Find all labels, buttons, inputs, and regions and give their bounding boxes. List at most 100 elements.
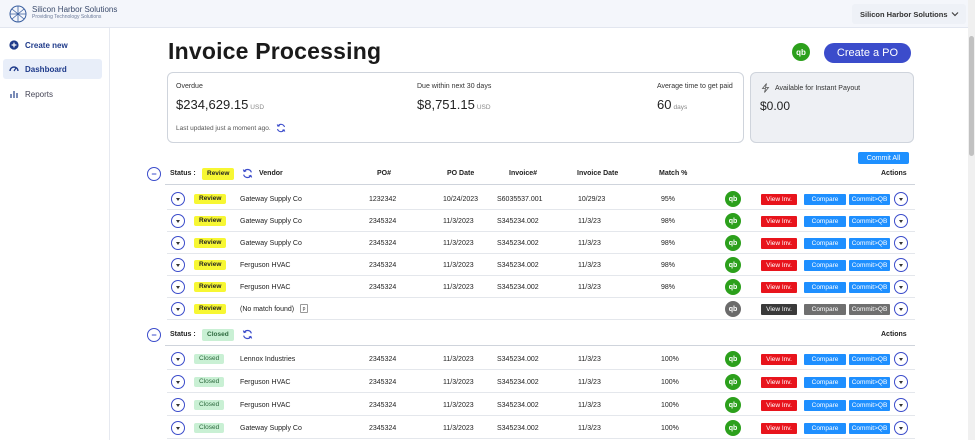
row-menu-button[interactable] [894, 302, 908, 316]
row-expand-button[interactable] [171, 302, 185, 316]
sidebar-item-reports[interactable]: Reports [3, 84, 102, 104]
commit-to-qb-button[interactable]: Commit>QB [849, 423, 890, 434]
compare-button[interactable]: Compare [804, 238, 846, 249]
po-date-column-header[interactable]: PO Date [447, 170, 474, 177]
compare-button[interactable]: Compare [804, 423, 846, 434]
row-expand-button[interactable] [171, 398, 185, 412]
quickbooks-icon[interactable]: qb [725, 191, 741, 207]
quickbooks-icon[interactable]: qb [725, 301, 741, 317]
table-row[interactable]: Closed Ferguson HVAC 2345324 11/3/2023 S3452… [167, 371, 915, 393]
compare-button[interactable]: Compare [804, 354, 846, 365]
row-menu-button[interactable] [894, 352, 908, 366]
view-invoice-button[interactable]: View Inv. [761, 400, 797, 411]
sidebar-item-create-new[interactable]: Create new [3, 35, 102, 55]
compare-button[interactable]: Compare [804, 282, 846, 293]
table-row[interactable]: Review Ferguson HVAC 2345324 11/3/2023 S3452… [167, 276, 915, 298]
vendor-cell: Gateway Supply Co [240, 240, 302, 247]
row-menu-button[interactable] [894, 214, 908, 228]
compare-button[interactable]: Compare [804, 377, 846, 388]
refresh-icon[interactable] [276, 123, 286, 133]
row-menu-button[interactable] [894, 236, 908, 250]
quickbooks-icon[interactable]: qb [725, 235, 741, 251]
scroll-thumb[interactable] [969, 36, 974, 156]
row-expand-button[interactable] [171, 214, 185, 228]
view-invoice-button[interactable]: View Inv. [761, 377, 797, 388]
quickbooks-icon[interactable]: qb [725, 420, 741, 436]
row-menu-button[interactable] [894, 421, 908, 435]
row-menu-button[interactable] [894, 398, 908, 412]
compare-button[interactable]: Compare [804, 304, 846, 315]
view-invoice-button[interactable]: View Inv. [761, 238, 797, 249]
commit-to-qb-button[interactable]: Commit>QB [849, 304, 890, 315]
vendor-search-icon[interactable]: p [300, 304, 308, 313]
row-menu-button[interactable] [894, 258, 908, 272]
collapse-review-button[interactable]: − [147, 167, 161, 181]
sync-icon[interactable] [242, 329, 253, 340]
closed-status-filter[interactable]: Closed [202, 329, 234, 341]
view-invoice-button[interactable]: View Inv. [761, 260, 797, 271]
row-menu-button[interactable] [894, 280, 908, 294]
view-invoice-button[interactable]: View Inv. [761, 282, 797, 293]
row-menu-button[interactable] [894, 375, 908, 389]
commit-to-qb-button[interactable]: Commit>QB [849, 194, 890, 205]
row-expand-button[interactable] [171, 258, 185, 272]
row-menu-button[interactable] [894, 192, 908, 206]
table-row[interactable]: Closed Lennox Industries 2345324 11/3/2023 S… [167, 348, 915, 370]
invoice-column-header[interactable]: Invoice# [509, 170, 537, 177]
company-logo[interactable]: Silicon Harbor Solutions Providing Techn… [4, 2, 146, 28]
table-row[interactable]: Closed Gateway Supply Co 2345324 11/3/2023 S… [167, 417, 915, 439]
po-column-header[interactable]: PO# [377, 170, 391, 177]
commit-to-qb-button[interactable]: Commit>QB [849, 238, 890, 249]
row-expand-button[interactable] [171, 375, 185, 389]
quickbooks-icon[interactable]: qb [725, 351, 741, 367]
sync-icon[interactable] [242, 168, 253, 179]
sidebar-item-label: Dashboard [25, 64, 67, 74]
table-row[interactable]: Review Ferguson HVAC 2345324 11/3/2023 S3452… [167, 254, 915, 276]
compare-button[interactable]: Compare [804, 216, 846, 227]
row-expand-button[interactable] [171, 280, 185, 294]
quickbooks-icon[interactable]: qb [792, 43, 810, 61]
commit-to-qb-button[interactable]: Commit>QB [849, 260, 890, 271]
table-row[interactable]: Review Gateway Supply Co 1232342 10/24/2023… [167, 188, 915, 210]
group-divider [165, 184, 915, 185]
compare-button[interactable]: Compare [804, 194, 846, 205]
po-cell: 2345324 [369, 284, 397, 291]
commit-to-qb-button[interactable]: Commit>QB [849, 216, 890, 227]
row-expand-button[interactable] [171, 352, 185, 366]
match-column-header[interactable]: Match % [659, 170, 687, 177]
company-selector[interactable]: Silicon Harbor Solutions [852, 4, 966, 24]
compare-button[interactable]: Compare [804, 260, 846, 271]
table-row[interactable]: Closed Ferguson HVAC 2345324 11/3/2023 S3452… [167, 394, 915, 416]
quickbooks-icon[interactable]: qb [725, 397, 741, 413]
quickbooks-icon[interactable]: qb [725, 213, 741, 229]
commit-to-qb-button[interactable]: Commit>QB [849, 377, 890, 388]
table-row[interactable]: Review Gateway Supply Co 2345324 11/3/2023 S… [167, 210, 915, 232]
review-status-filter[interactable]: Review [202, 168, 235, 180]
vendor-column-header[interactable]: Vendor [259, 170, 283, 177]
collapse-closed-button[interactable]: − [147, 328, 161, 342]
view-invoice-button[interactable]: View Inv. [761, 304, 797, 315]
vertical-scrollbar[interactable] [968, 0, 975, 440]
view-invoice-button[interactable]: View Inv. [761, 354, 797, 365]
quickbooks-icon[interactable]: qb [725, 374, 741, 390]
invoice-date-column-header[interactable]: Invoice Date [577, 170, 618, 177]
view-invoice-button[interactable]: View Inv. [761, 216, 797, 227]
last-updated-text: Last updated just a moment ago. [176, 124, 271, 132]
commit-to-qb-button[interactable]: Commit>QB [849, 354, 890, 365]
view-invoice-button[interactable]: View Inv. [761, 423, 797, 434]
table-row[interactable]: Review Gateway Supply Co 2345324 11/3/2023 S… [167, 232, 915, 254]
view-invoice-button[interactable]: View Inv. [761, 194, 797, 205]
quickbooks-icon[interactable]: qb [725, 279, 741, 295]
commit-to-qb-button[interactable]: Commit>QB [849, 400, 890, 411]
commit-to-qb-button[interactable]: Commit>QB [849, 282, 890, 293]
row-expand-button[interactable] [171, 421, 185, 435]
quickbooks-icon[interactable]: qb [725, 257, 741, 273]
commit-all-button[interactable]: Commit All [858, 152, 909, 164]
row-expand-button[interactable] [171, 236, 185, 250]
row-expand-button[interactable] [171, 192, 185, 206]
compare-button[interactable]: Compare [804, 400, 846, 411]
sidebar-item-dashboard[interactable]: Dashboard [3, 59, 102, 79]
table-row[interactable]: Review (No match found) p qb View Inv. Compar… [167, 298, 915, 320]
create-po-button[interactable]: Create a PO [824, 43, 911, 63]
instant-payout-card[interactable]: Available for Instant Payout $0.00 [750, 72, 914, 143]
